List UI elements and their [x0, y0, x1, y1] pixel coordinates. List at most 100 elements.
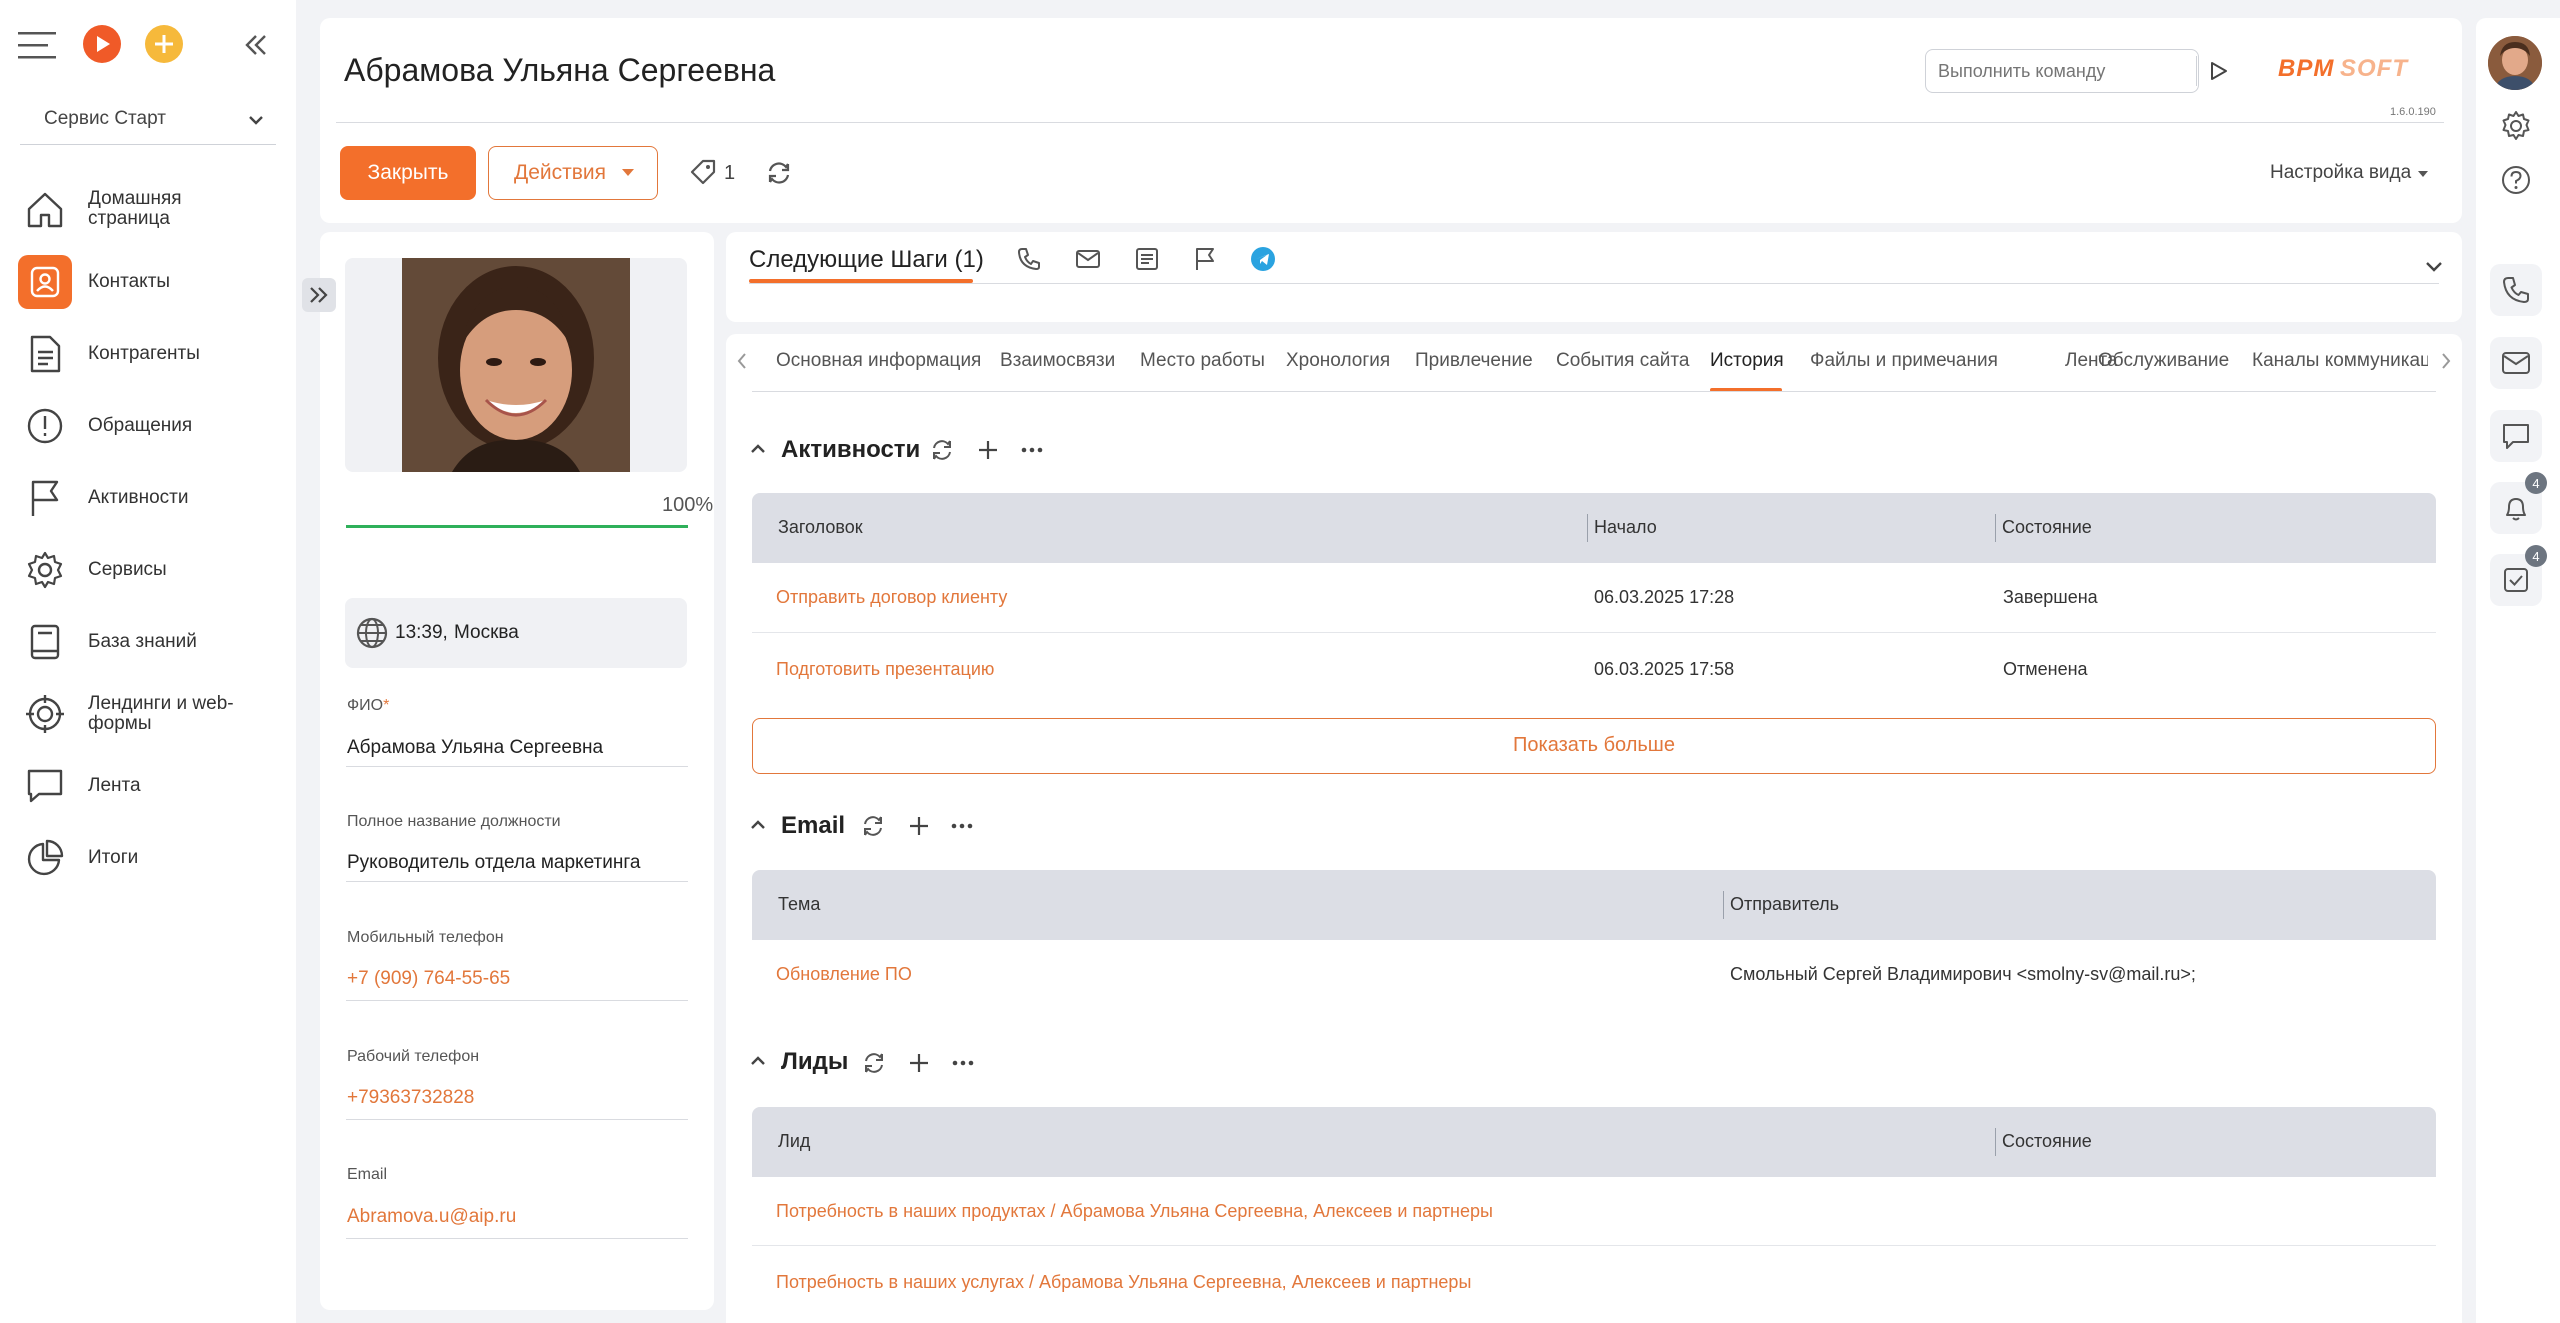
gear-icon: [18, 543, 72, 597]
more-options-icon[interactable]: [1019, 440, 1045, 460]
sidebar-item-cases[interactable]: Обращения: [18, 398, 280, 454]
hamburger-menu-icon[interactable]: [18, 30, 58, 60]
actions-button[interactable]: Действия: [488, 146, 658, 200]
email-button[interactable]: [2490, 337, 2542, 389]
column-header[interactable]: Тема: [778, 894, 820, 915]
sidebar-item-home[interactable]: Домашняя страница: [18, 181, 280, 237]
mail-icon[interactable]: [1075, 248, 1101, 270]
next-steps-title[interactable]: Следующие Шаги (1): [749, 246, 984, 274]
field-label: Полное название должности: [347, 813, 561, 830]
brand-logo: BPM SOFT: [2278, 56, 2440, 82]
tags-button[interactable]: 1: [688, 158, 748, 188]
expand-panel-icon[interactable]: [302, 278, 336, 312]
call-button[interactable]: [2490, 264, 2542, 316]
run-command-icon[interactable]: [2207, 60, 2229, 82]
note-icon[interactable]: [1134, 246, 1160, 272]
refresh-icon[interactable]: [765, 159, 793, 187]
sidebar-item-feed[interactable]: Лента: [18, 758, 280, 814]
field-value[interactable]: +7 (909) 764-55-65: [347, 968, 510, 990]
lead-link[interactable]: Потребность в наших услугах / Абрамова У…: [776, 1272, 1471, 1293]
chat-button[interactable]: [2490, 410, 2542, 462]
record-header: Абрамова Ульяна Сергеевна BPMSOFT 1.6.0.…: [320, 18, 2462, 223]
photo-frame[interactable]: [345, 258, 687, 472]
completeness-fill: [346, 525, 688, 528]
phone-icon[interactable]: [1016, 246, 1042, 272]
more-options-icon[interactable]: [950, 1053, 976, 1073]
tab-service[interactable]: Обслуживание: [2098, 350, 2229, 372]
tab-history[interactable]: История: [1710, 350, 1784, 372]
sidebar-item-activities[interactable]: Активности: [18, 470, 280, 526]
view-settings-button[interactable]: Настройка вида: [2270, 160, 2430, 188]
refresh-icon[interactable]: [860, 813, 886, 839]
tab-relationships[interactable]: Взаимосвязи: [1000, 350, 1115, 372]
collapse-chevron-icon[interactable]: [748, 1051, 768, 1071]
command-field[interactable]: [1936, 58, 2160, 84]
svg-text:BPM: BPM: [2278, 56, 2334, 82]
tab-main-info[interactable]: Основная информация: [776, 350, 981, 372]
sidebar-item-accounts[interactable]: Контрагенты: [18, 326, 280, 382]
column-header[interactable]: Заголовок: [778, 517, 863, 538]
sidebar-item-dashboards[interactable]: Итоги: [18, 830, 280, 886]
show-more-label: Показать больше: [1513, 734, 1675, 756]
local-time: 13:39,: [395, 622, 448, 643]
notifications-badge: 4: [2525, 472, 2547, 494]
more-options-icon[interactable]: [949, 816, 975, 836]
bell-icon: [2501, 493, 2531, 523]
caret-down-icon: [2417, 170, 2429, 178]
refresh-icon[interactable]: [929, 437, 955, 463]
add-record-icon[interactable]: [145, 25, 183, 63]
add-icon[interactable]: [976, 438, 1000, 462]
sidebar-item-label: Лента: [88, 775, 141, 796]
tab-communication-channels[interactable]: Каналы коммуникаций: [2252, 350, 2428, 372]
help-icon[interactable]: [2500, 164, 2532, 196]
tab-files-notes[interactable]: Файлы и примечания: [1810, 350, 1998, 372]
column-header[interactable]: Начало: [1594, 517, 1657, 538]
flag-icon[interactable]: [1193, 246, 1217, 272]
activity-link[interactable]: Отправить договор клиенту: [776, 587, 1007, 608]
collapse-sidebar-icon[interactable]: [242, 31, 270, 59]
column-header[interactable]: Состояние: [2002, 1131, 2092, 1152]
tab-site-events[interactable]: События сайта: [1556, 350, 1689, 372]
avatar[interactable]: [2488, 36, 2542, 90]
add-icon[interactable]: [907, 1051, 931, 1075]
globe-icon: [355, 616, 389, 650]
sidebar-item-label: Сервисы: [88, 559, 167, 580]
close-button[interactable]: Закрыть: [340, 146, 476, 200]
refresh-icon[interactable]: [861, 1050, 887, 1076]
tasks-badge: 4: [2525, 545, 2547, 567]
target-icon: [18, 687, 72, 741]
field-value[interactable]: Abramova.u@aip.ru: [347, 1206, 516, 1228]
workspace-selector[interactable]: Сервис Старт: [20, 104, 276, 145]
chevron-down-icon[interactable]: [2422, 254, 2446, 278]
sidebar-item-label: Контакты: [88, 271, 171, 292]
add-icon[interactable]: [907, 814, 931, 838]
field-label: ФИО*: [347, 697, 390, 714]
sidebar-item-knowledge-base[interactable]: База знаний: [18, 614, 280, 670]
tabs-scroll-left-icon[interactable]: [734, 350, 750, 372]
email-subject-link[interactable]: Обновление ПО: [776, 964, 912, 985]
sidebar-item-landings[interactable]: Лендинги и web-формы: [18, 686, 280, 742]
tag-icon: [688, 158, 718, 188]
lead-link[interactable]: Потребность в наших продуктах / Абрамова…: [776, 1201, 1493, 1222]
tab-acquisition[interactable]: Привлечение: [1415, 350, 1533, 372]
tab-timeline[interactable]: Хронология: [1286, 350, 1390, 372]
tab-workplace[interactable]: Место работы: [1140, 350, 1265, 372]
telegram-icon[interactable]: [1250, 246, 1276, 272]
activity-link[interactable]: Подготовить презентацию: [776, 659, 994, 680]
column-header[interactable]: Состояние: [2002, 517, 2092, 538]
city: Москва: [454, 622, 519, 643]
collapse-chevron-icon[interactable]: [748, 815, 768, 835]
column-header[interactable]: Отправитель: [1730, 894, 1839, 915]
show-more-button[interactable]: Показать больше: [752, 718, 2436, 774]
tabs-scroll-right-icon[interactable]: [2438, 350, 2454, 372]
sidebar-item-services[interactable]: Сервисы: [18, 542, 280, 598]
left-sidebar: Сервис Старт Домашняя страница Контакты …: [0, 0, 296, 1323]
column-header[interactable]: Лид: [778, 1131, 810, 1152]
sidebar-item-contacts[interactable]: Контакты: [18, 254, 280, 310]
field-value[interactable]: +79363732828: [347, 1087, 474, 1109]
play-process-icon[interactable]: [83, 25, 121, 63]
settings-gear-icon[interactable]: [2500, 110, 2532, 142]
collapse-chevron-icon[interactable]: [748, 439, 768, 459]
command-input[interactable]: [1925, 49, 2227, 93]
email-sender: Смольный Сергей Владимирович <smolny-sv@…: [1730, 964, 2196, 984]
